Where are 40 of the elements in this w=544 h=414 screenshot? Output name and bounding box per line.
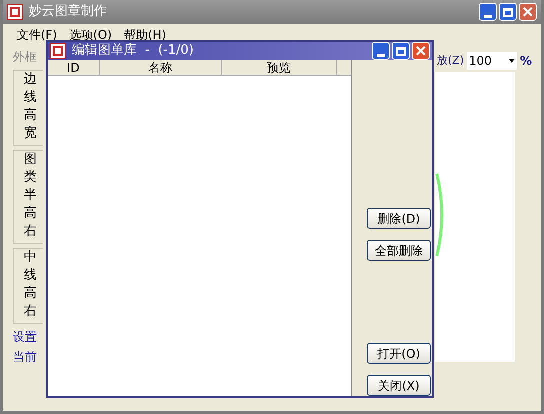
maximize-button[interactable]	[499, 3, 517, 21]
menu-item[interactable]: 帮助(H)	[124, 26, 166, 44]
unit-label: %	[520, 53, 532, 70]
minimize-button[interactable]	[372, 42, 390, 60]
seal-icon	[7, 4, 23, 20]
menu-item[interactable]: 文件(F)	[17, 26, 58, 44]
field-label: 半	[24, 188, 38, 204]
field-label: 宽	[24, 126, 38, 142]
column-header[interactable]: 名称	[100, 60, 222, 75]
minimize-button[interactable]	[479, 3, 497, 21]
field-label: 高	[24, 286, 38, 302]
close-button[interactable]	[412, 42, 430, 60]
dialog-button[interactable]: 关闭(X)	[367, 375, 431, 396]
seal-icon	[50, 43, 66, 59]
field-label: 右	[24, 304, 38, 320]
zoom-combobox[interactable]: 100	[467, 52, 518, 70]
field-label: 高	[24, 206, 38, 222]
dialog-button[interactable]: 删除(D)	[367, 208, 431, 229]
field-label: 高	[24, 108, 38, 124]
field-label: 图	[24, 152, 38, 168]
dialog-title: 编辑图单库 - (-1/0)	[72, 42, 195, 60]
field-label: 类	[24, 170, 38, 186]
field-label: 中	[24, 250, 38, 266]
field-label: 线	[24, 268, 38, 284]
zoom-label: 放(Z)	[436, 52, 464, 69]
info-link[interactable]: 设置	[13, 328, 43, 346]
close-icon	[416, 46, 426, 56]
dialog-button[interactable]: 全部删除	[367, 240, 431, 261]
info-link[interactable]: 当前	[13, 348, 43, 366]
field-label: 线	[24, 90, 38, 106]
field-label: 右	[24, 224, 38, 240]
maximize-button[interactable]	[392, 42, 410, 60]
field-label: 边	[24, 72, 38, 88]
column-header[interactable]: 预览	[222, 60, 337, 75]
column-header[interactable]: ID	[48, 60, 100, 75]
close-icon	[523, 7, 533, 17]
dropdown-arrow-icon	[509, 59, 516, 63]
dialog-button[interactable]: 打开(O)	[367, 343, 431, 364]
close-button[interactable]	[519, 3, 537, 21]
window-title: 妙云图章制作	[29, 3, 108, 22]
